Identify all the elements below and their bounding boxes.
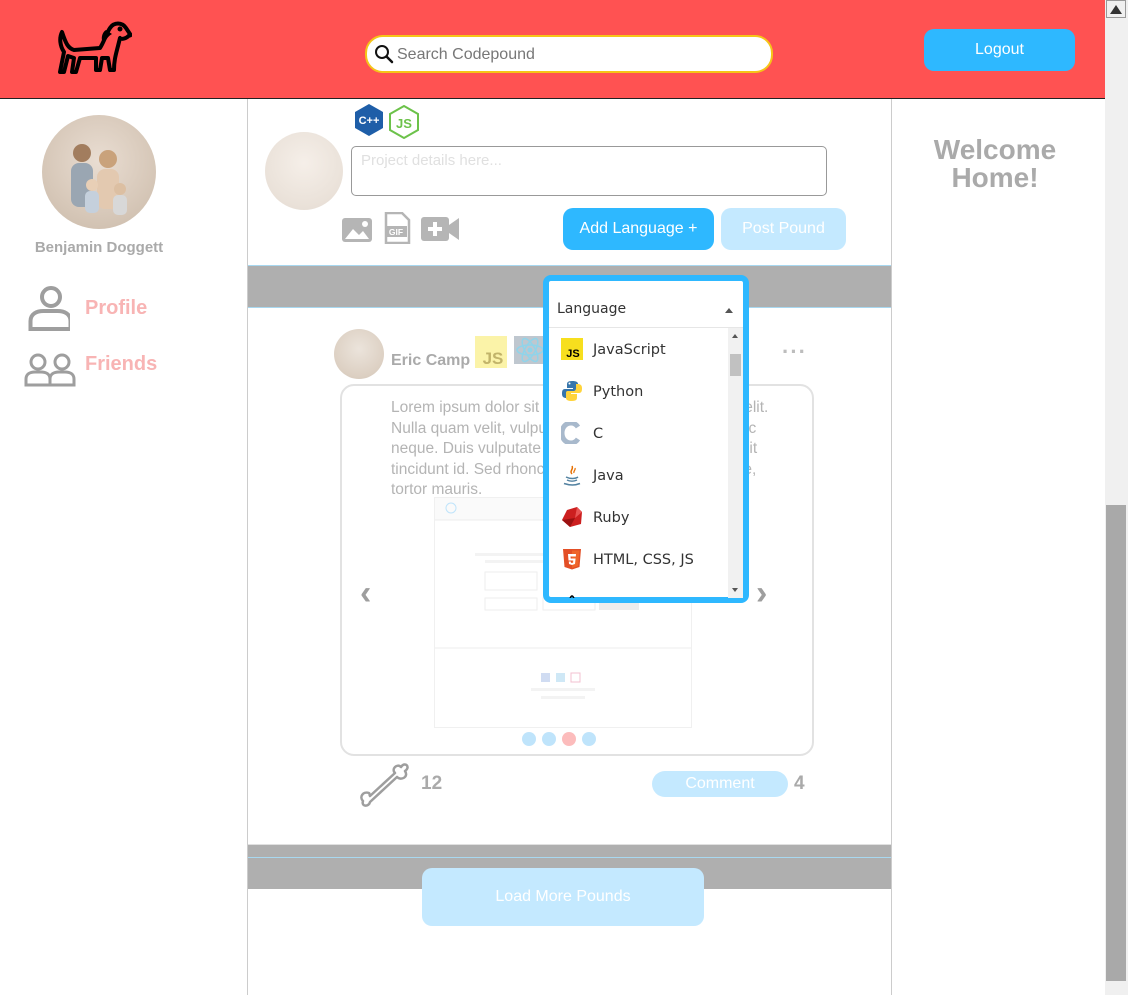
post-author-name[interactable]: Eric Camp <box>391 352 470 370</box>
comment-button[interactable]: Comment <box>652 771 788 797</box>
post-author-avatar[interactable] <box>334 329 384 379</box>
option-label[interactable]: HTML, CSS, JS <box>593 552 694 568</box>
add-language-button[interactable]: Add Language + <box>563 208 714 250</box>
ruby-icon <box>562 507 582 527</box>
option-next-partial[interactable] <box>549 580 727 598</box>
bone-like-icon[interactable] <box>357 763 415 807</box>
welcome-line: Welcome <box>933 134 1057 165</box>
sidebar-item-profile[interactable]: Profile <box>24 285 224 335</box>
js-badge-icon: JS <box>475 336 507 368</box>
dropdown-label: Language <box>557 301 627 317</box>
partial-option-icon <box>569 595 575 598</box>
option-python[interactable]: Python <box>549 370 727 412</box>
option-java[interactable]: Java <box>549 454 727 496</box>
search-bar[interactable] <box>365 35 773 73</box>
carousel-dots <box>522 732 602 746</box>
load-more-button[interactable]: Load More Pounds <box>422 868 704 926</box>
user-icon <box>28 286 70 331</box>
option-c[interactable]: C <box>549 412 727 454</box>
carousel-dot[interactable] <box>522 732 536 746</box>
html5-icon <box>563 549 581 570</box>
option-label[interactable]: Java <box>593 468 624 484</box>
option-label[interactable]: Python <box>593 384 643 400</box>
project-details-input[interactable] <box>351 146 827 196</box>
option-javascript[interactable]: JS JavaScript <box>549 328 727 370</box>
carousel-prev-icon[interactable]: ‹ <box>360 574 371 613</box>
carousel-next-icon[interactable]: › <box>756 574 767 613</box>
gif-upload-icon[interactable]: GIF <box>383 212 411 244</box>
more-options-icon[interactable]: ··· <box>782 339 807 365</box>
dropdown-scrollbar[interactable] <box>728 328 743 598</box>
dropdown-scroll-thumb[interactable] <box>730 354 741 376</box>
python-icon <box>562 381 582 401</box>
c-language-icon <box>561 422 581 444</box>
badge-label: JS <box>483 349 504 368</box>
sidebar-item-friends[interactable]: Friends <box>24 341 224 391</box>
language-dropdown[interactable]: Language JS JavaScript Python C Java Rub… <box>543 275 749 603</box>
composer-avatar <box>265 132 343 210</box>
nodejs-badge-icon[interactable]: JS <box>389 105 419 139</box>
scroll-up-arrow-icon[interactable] <box>732 334 738 338</box>
welcome-heading: Welcome Home! <box>892 136 1098 192</box>
javascript-icon: JS <box>561 338 583 360</box>
carousel-dot[interactable] <box>562 732 576 746</box>
svg-text:JS: JS <box>566 348 579 360</box>
language-options: JS JavaScript Python C Java Ruby HTML, C… <box>549 328 727 598</box>
option-html-css-js[interactable]: HTML, CSS, JS <box>549 538 727 580</box>
friends-icon <box>24 353 76 387</box>
sidebar-item-label[interactable]: Friends <box>85 353 157 376</box>
like-count: 12 <box>421 773 443 794</box>
scroll-up-frame <box>1106 0 1126 18</box>
react-badge-icon <box>514 336 546 364</box>
post-pound-button[interactable]: Post Pound <box>721 208 846 250</box>
scroll-down-arrow-icon[interactable] <box>732 588 738 592</box>
badge-label: JS <box>396 116 412 131</box>
caret-up-icon[interactable] <box>725 308 733 313</box>
sidebar-item-label[interactable]: Profile <box>85 297 147 320</box>
comment-count: 4 <box>794 773 805 794</box>
avatar[interactable] <box>42 115 156 229</box>
user-name: Benjamin Doggett <box>34 239 164 256</box>
option-label[interactable]: Ruby <box>593 510 629 526</box>
family-photo <box>71 144 127 215</box>
language-select[interactable]: Language <box>549 281 743 328</box>
logout-button[interactable]: Logout <box>924 29 1075 71</box>
search-input[interactable] <box>395 37 759 73</box>
left-sidebar: Benjamin Doggett Profile Friends <box>0 99 247 995</box>
dog-logo-icon[interactable] <box>56 18 132 76</box>
java-icon <box>563 465 581 486</box>
option-label[interactable]: C <box>593 426 603 442</box>
search-icon <box>375 45 394 64</box>
welcome-line: Home! <box>951 162 1039 193</box>
badge-label: C++ <box>359 115 380 127</box>
image-upload-icon[interactable] <box>341 215 373 243</box>
svg-text:GIF: GIF <box>389 227 403 237</box>
video-upload-icon[interactable] <box>420 216 460 242</box>
cpp-badge-icon[interactable]: C++ <box>354 103 384 137</box>
option-label[interactable]: JavaScript <box>593 342 666 358</box>
option-ruby[interactable]: Ruby <box>549 496 727 538</box>
top-header: Logout <box>0 0 1105 99</box>
divider <box>248 857 891 858</box>
carousel-dot[interactable] <box>542 732 556 746</box>
carousel-dot[interactable] <box>582 732 596 746</box>
scrollbar-thumb[interactable] <box>1106 505 1126 981</box>
